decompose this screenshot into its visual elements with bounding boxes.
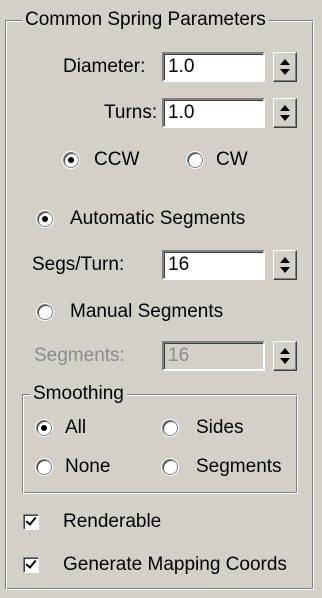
renderable-checkbox[interactable] xyxy=(23,514,39,530)
ccw-label[interactable]: CCW xyxy=(94,148,139,172)
cw-label[interactable]: CW xyxy=(216,148,248,172)
spinner-up-icon[interactable] xyxy=(280,257,290,263)
diameter-field[interactable]: 1.0 xyxy=(162,52,265,82)
turns-spinner[interactable] xyxy=(273,98,297,128)
smoothing-none-radio[interactable] xyxy=(36,459,52,475)
group-title: Common Spring Parameters xyxy=(22,9,269,31)
smoothing-all-radio[interactable] xyxy=(36,420,52,436)
ccw-radio[interactable] xyxy=(63,152,79,168)
segs-per-turn-spinner[interactable] xyxy=(273,250,297,280)
spinner-up-icon[interactable] xyxy=(280,105,290,111)
generate-mapping-label[interactable]: Generate Mapping Coords xyxy=(63,553,287,577)
spinner-down-icon[interactable] xyxy=(280,69,290,75)
segments-spinner xyxy=(273,341,297,371)
smoothing-title: Smoothing xyxy=(30,383,127,405)
spinner-down-icon[interactable] xyxy=(280,267,290,273)
generate-mapping-checkbox[interactable] xyxy=(23,557,39,573)
spinner-down-icon xyxy=(280,358,290,364)
spinner-down-icon[interactable] xyxy=(280,115,290,121)
smoothing-sides-radio[interactable] xyxy=(162,420,178,436)
smoothing-segments-label[interactable]: Segments xyxy=(196,455,282,479)
segments-field: 16 xyxy=(162,341,265,371)
smoothing-segments-radio[interactable] xyxy=(162,459,178,475)
renderable-label[interactable]: Renderable xyxy=(63,510,161,534)
turns-field[interactable]: 1.0 xyxy=(162,98,265,128)
smoothing-all-label[interactable]: All xyxy=(65,416,86,440)
spinner-up-icon xyxy=(280,348,290,354)
diameter-spinner[interactable] xyxy=(273,52,297,82)
segs-per-turn-label: Segs/Turn: xyxy=(32,254,125,275)
segments-label: Segments: xyxy=(34,345,125,366)
smoothing-group xyxy=(22,394,298,494)
manual-segments-radio[interactable] xyxy=(37,304,53,320)
smoothing-sides-label[interactable]: Sides xyxy=(196,416,244,440)
manual-segments-label[interactable]: Manual Segments xyxy=(70,300,223,324)
turns-label: Turns: xyxy=(104,102,158,123)
automatic-segments-label[interactable]: Automatic Segments xyxy=(70,207,245,231)
segs-per-turn-field[interactable]: 16 xyxy=(162,250,265,280)
cw-radio[interactable] xyxy=(187,152,203,168)
diameter-label: Diameter: xyxy=(63,56,146,77)
spinner-up-icon[interactable] xyxy=(280,59,290,65)
smoothing-none-label[interactable]: None xyxy=(65,455,110,479)
automatic-segments-radio[interactable] xyxy=(37,211,53,227)
